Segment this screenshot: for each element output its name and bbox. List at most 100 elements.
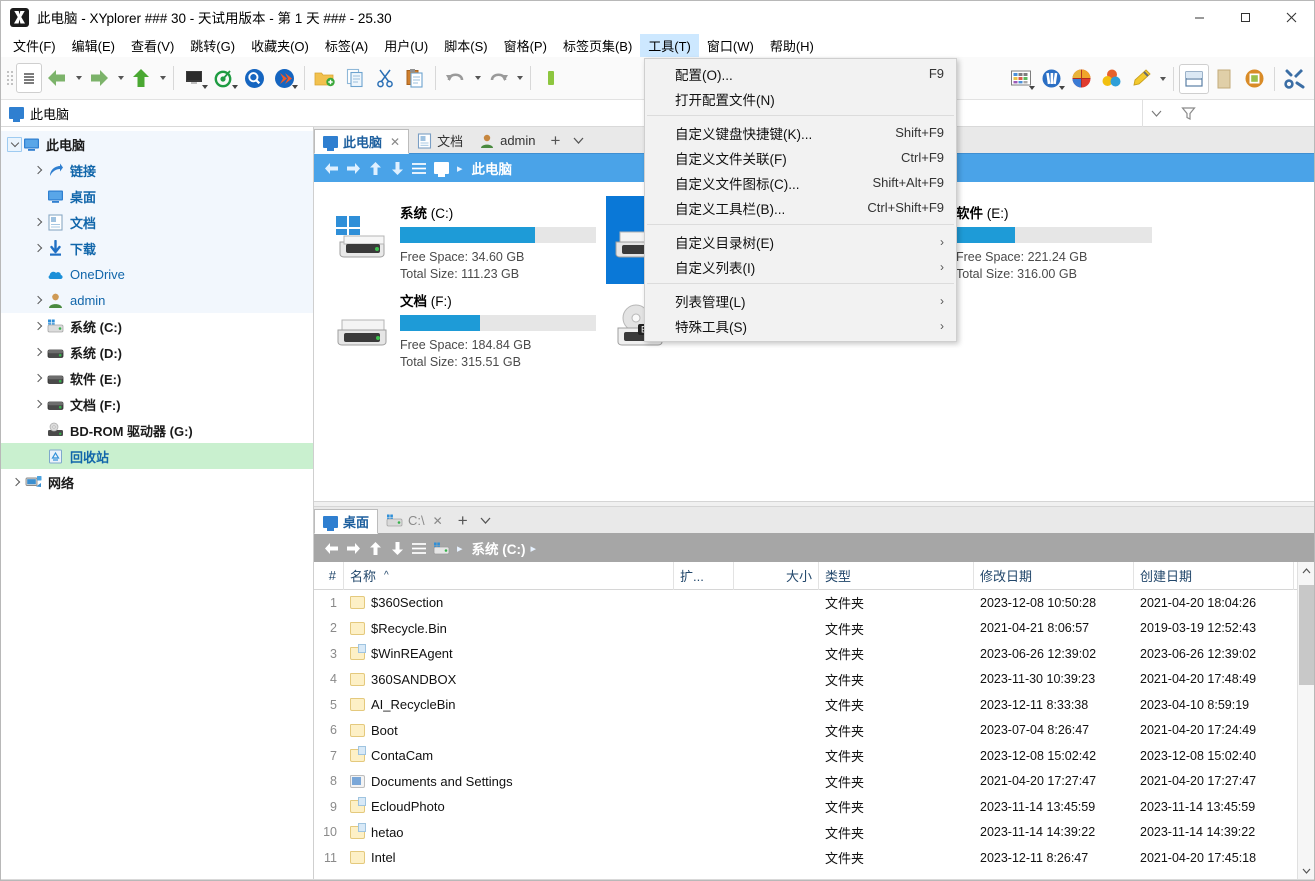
color-blobs-icon[interactable] bbox=[1096, 64, 1126, 94]
scrollbar-thumb[interactable] bbox=[1299, 585, 1314, 685]
toggle-tree-icon[interactable] bbox=[16, 63, 42, 93]
search-icon[interactable] bbox=[239, 63, 269, 93]
chevron-right-icon[interactable] bbox=[29, 370, 46, 387]
table-row[interactable]: 5AI_RecycleBin文件夹2023-12-11 8:33:382023-… bbox=[314, 692, 1297, 718]
scroll-up-icon[interactable] bbox=[1298, 562, 1315, 579]
cell-name[interactable]: hetao bbox=[344, 820, 674, 846]
menu-tabsets[interactable]: 标签页集(B) bbox=[555, 34, 640, 57]
tree-item-系统-c-[interactable]: 系统 (C:) bbox=[1, 313, 313, 339]
pane-icon[interactable] bbox=[1209, 64, 1239, 94]
close-icon[interactable]: ✕ bbox=[390, 135, 400, 149]
nav-up-icon[interactable] bbox=[364, 537, 386, 559]
menu-window[interactable]: 窗口(W) bbox=[699, 34, 762, 57]
chevron-down-icon[interactable] bbox=[7, 137, 22, 152]
table-row[interactable]: 11Intel文件夹2023-12-11 8:26:472021-04-20 1… bbox=[314, 845, 1297, 871]
nav-down-icon[interactable] bbox=[386, 537, 408, 559]
menu-user[interactable]: 用户(U) bbox=[376, 34, 436, 57]
tree-item-下载[interactable]: 下载 bbox=[1, 235, 313, 261]
tree-item-onedrive[interactable]: OneDrive bbox=[1, 261, 313, 287]
thumbnails-icon[interactable] bbox=[1006, 64, 1036, 94]
chevron-right-icon[interactable] bbox=[29, 214, 46, 231]
nav-down-icon[interactable] bbox=[386, 157, 408, 179]
go-icon[interactable] bbox=[269, 63, 299, 93]
chevron-right-icon[interactable] bbox=[29, 292, 46, 309]
pane-menu-icon[interactable] bbox=[408, 157, 430, 179]
breadcrumb-path[interactable]: 此电脑 bbox=[472, 158, 513, 178]
table-row[interactable]: 2$Recycle.Bin文件夹2021-04-21 8:06:572019-0… bbox=[314, 616, 1297, 642]
nav-back-icon[interactable] bbox=[320, 537, 342, 559]
cell-name[interactable]: EcloudPhoto bbox=[344, 794, 674, 820]
drive-tile[interactable]: 文档 (F:)Free Space: 184.84 GBTotal Size: … bbox=[328, 284, 606, 372]
menu-item[interactable]: 自定义键盘快捷键(K)...Shift+F9 bbox=[645, 120, 956, 145]
chevron-right-icon[interactable] bbox=[29, 396, 46, 413]
highlight-dropdown-icon[interactable] bbox=[1156, 64, 1168, 94]
table-row[interactable]: 4360SANDBOX文件夹2023-11-30 10:39:232021-04… bbox=[314, 667, 1297, 693]
back-icon[interactable] bbox=[42, 63, 72, 93]
tree-item-网络[interactable]: 网络 bbox=[1, 469, 313, 495]
tree-item-bd-rom-驱动器-g-[interactable]: BD-ROM 驱动器 (G:) bbox=[1, 417, 313, 443]
undo-dropdown-icon[interactable] bbox=[471, 63, 483, 93]
color-filter-icon[interactable] bbox=[1066, 64, 1096, 94]
highlight-icon[interactable] bbox=[1126, 64, 1156, 94]
tab-menu-icon[interactable] bbox=[475, 508, 497, 533]
tree-item-回收站[interactable]: 回收站 bbox=[1, 443, 313, 469]
nav-forward-icon[interactable] bbox=[342, 537, 364, 559]
tags-icon[interactable] bbox=[1036, 64, 1066, 94]
menu-scripts[interactable]: 脚本(S) bbox=[436, 34, 495, 57]
tab-desktop[interactable]: 桌面 bbox=[314, 509, 378, 534]
nav-back-icon[interactable] bbox=[320, 157, 342, 179]
cell-name[interactable]: $Recycle.Bin bbox=[344, 616, 674, 642]
redo-dropdown-icon[interactable] bbox=[513, 63, 525, 93]
menu-tools[interactable]: 工具(T) bbox=[640, 34, 699, 57]
paste-icon[interactable] bbox=[400, 63, 430, 93]
chevron-right-icon[interactable] bbox=[29, 318, 46, 335]
table-row[interactable]: 3$WinREAgent文件夹2023-06-26 12:39:022023-0… bbox=[314, 641, 1297, 667]
cell-name[interactable]: Documents and Settings bbox=[344, 769, 674, 795]
forward-dropdown-icon[interactable] bbox=[114, 63, 126, 93]
tools-icon[interactable] bbox=[1280, 64, 1310, 94]
chevron-right-icon[interactable] bbox=[29, 162, 46, 179]
table-row[interactable]: 9EcloudPhoto文件夹2023-11-14 13:45:592023-1… bbox=[314, 794, 1297, 820]
tab-menu-icon[interactable] bbox=[568, 128, 590, 153]
scrollbar-track[interactable] bbox=[1298, 579, 1315, 862]
table-row[interactable]: 1$360Section文件夹2023-12-08 10:50:282021-0… bbox=[314, 590, 1297, 616]
column-header-index[interactable]: # bbox=[314, 562, 344, 590]
menu-view[interactable]: 查看(V) bbox=[123, 34, 182, 57]
new-tab-button[interactable]: + bbox=[544, 128, 568, 153]
green-tool-icon[interactable] bbox=[536, 63, 566, 93]
tab-documents[interactable]: 文档 bbox=[409, 128, 471, 153]
menu-item[interactable]: 列表管理(L)› bbox=[645, 288, 956, 313]
cut-icon[interactable] bbox=[370, 63, 400, 93]
column-header-ext[interactable]: 扩... bbox=[674, 562, 734, 590]
cell-name[interactable]: $360Section bbox=[344, 590, 674, 616]
cell-name[interactable]: ContaCam bbox=[344, 743, 674, 769]
table-row[interactable]: 10hetao文件夹2023-11-14 14:39:222023-11-14 … bbox=[314, 820, 1297, 846]
tab-this-pc[interactable]: 此电脑 ✕ bbox=[314, 129, 409, 154]
menu-item[interactable]: 自定义文件图标(C)...Shift+Alt+F9 bbox=[645, 170, 956, 195]
cell-name[interactable]: 360SANDBOX bbox=[344, 667, 674, 693]
breadcrumb-root-icon[interactable] bbox=[430, 537, 452, 559]
menu-panes[interactable]: 窗格(P) bbox=[496, 34, 555, 57]
tab-admin[interactable]: admin bbox=[471, 128, 543, 153]
column-header-type[interactable]: 类型 bbox=[819, 562, 974, 590]
breadcrumb-path[interactable]: 系统 (C:) bbox=[472, 538, 526, 558]
new-folder-icon[interactable] bbox=[310, 63, 340, 93]
split-view-icon[interactable] bbox=[1179, 64, 1209, 94]
menu-edit[interactable]: 编辑(E) bbox=[64, 34, 123, 57]
maximize-button[interactable] bbox=[1222, 1, 1268, 34]
address-bar[interactable]: 此电脑 bbox=[1, 100, 1143, 127]
cell-name[interactable]: $WinREAgent bbox=[344, 641, 674, 667]
nav-forward-icon[interactable] bbox=[342, 157, 364, 179]
column-header-size[interactable]: 大小 bbox=[734, 562, 819, 590]
copy-icon[interactable] bbox=[340, 63, 370, 93]
forward-icon[interactable] bbox=[84, 63, 114, 93]
desktop-icon[interactable] bbox=[179, 63, 209, 93]
tree-item-链接[interactable]: 链接 bbox=[1, 157, 313, 183]
chevron-right-icon[interactable] bbox=[29, 344, 46, 361]
column-header-name[interactable]: 名称 ^ bbox=[344, 562, 674, 590]
menu-item[interactable]: 特殊工具(S)› bbox=[645, 313, 956, 338]
minimize-button[interactable] bbox=[1176, 1, 1222, 34]
column-header-modified[interactable]: 修改日期 bbox=[974, 562, 1134, 590]
target-icon[interactable] bbox=[209, 63, 239, 93]
drive-tile[interactable]: 系统 (C:)Free Space: 34.60 GBTotal Size: 1… bbox=[328, 196, 606, 284]
